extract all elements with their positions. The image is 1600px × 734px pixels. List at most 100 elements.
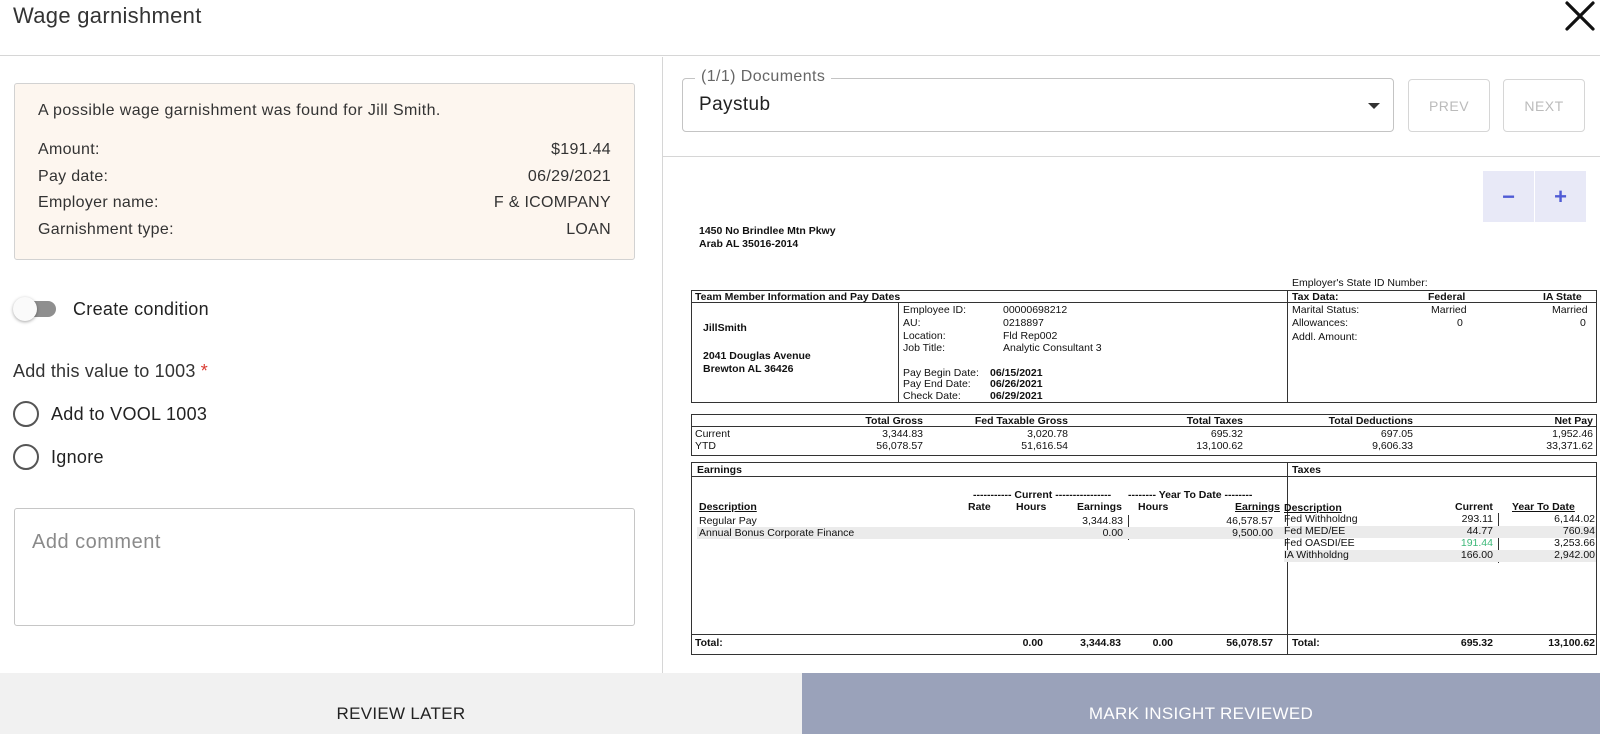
taxes-row-current: 44.77 xyxy=(1466,525,1493,537)
review-later-button[interactable]: REVIEW LATER xyxy=(0,673,802,734)
toolbar-divider xyxy=(663,156,1600,157)
earnings-row-ytd: 46,578.57 xyxy=(1226,515,1273,527)
date-value: 06/15/2021 xyxy=(990,367,1043,379)
info-value: Analytic Consultant 3 xyxy=(1003,342,1102,354)
earnings-col-rate: Rate xyxy=(968,501,991,513)
dialog-title: Wage garnishment xyxy=(13,3,202,28)
date-value: 06/29/2021 xyxy=(990,390,1043,402)
taxes-row-ytd: 3,253.66 xyxy=(1554,537,1595,549)
taxes-row-desc: Fed OASDI/EE xyxy=(1284,537,1355,549)
zoom-out-button[interactable]: − xyxy=(1483,171,1534,222)
taxes-row-ytd: 2,942.00 xyxy=(1554,549,1595,561)
employee-address-line1: 2041 Douglas Avenue xyxy=(703,350,811,362)
detail-value: 06/29/2021 xyxy=(527,167,611,185)
employee-address-line2: Brewton AL 36426 xyxy=(703,363,794,375)
earnings-current-group: ----------- Current ---------------- xyxy=(973,489,1112,501)
summary-cell: 1,952.46 xyxy=(1552,428,1593,440)
insight-panel: A possible wage garnishment was found fo… xyxy=(0,57,662,673)
toggle-label: Create condition xyxy=(73,298,209,319)
rule xyxy=(898,302,899,403)
detail-row-pay-date: Pay date: 06/29/2021 xyxy=(38,168,611,195)
earnings-col-hours: Hours xyxy=(1016,501,1047,513)
earnings-total-ytd-hours: 0.00 xyxy=(1152,637,1173,649)
mark-insight-reviewed-button[interactable]: MARK INSIGHT REVIEWED xyxy=(802,673,1600,734)
zoom-in-button[interactable]: + xyxy=(1535,171,1586,222)
detail-label: Garnishment type: xyxy=(38,221,174,239)
alert-message: A possible wage garnishment was found fo… xyxy=(38,102,441,119)
tax-state-header: IA State xyxy=(1543,291,1582,303)
document-select[interactable]: (1/1) Documents Paystub xyxy=(682,68,1394,132)
state-id-label: Employer's State ID Number: xyxy=(1292,277,1428,289)
detail-label: Pay date: xyxy=(38,167,109,185)
document-select-legend: (1/1) Documents xyxy=(695,68,832,86)
earnings-total-label: Total: xyxy=(695,637,723,649)
dialog-header: Wage garnishment xyxy=(0,0,1600,56)
action-footer: REVIEW LATER MARK INSIGHT REVIEWED xyxy=(0,673,1600,734)
taxes-total-current: 695.32 xyxy=(1460,637,1493,649)
summary-cell: 13,100.62 xyxy=(1196,440,1243,452)
close-icon[interactable] xyxy=(1562,0,1598,34)
team-header: Team Member Information and Pay Dates xyxy=(695,291,901,303)
employer-address-line1: 1450 No Brindlee Mtn Pkwy xyxy=(699,226,836,237)
earnings-total-hours: 0.00 xyxy=(1022,637,1043,649)
info-value: 00000698212 xyxy=(1003,304,1068,316)
taxes-row-ytd: 6,144.02 xyxy=(1554,513,1595,525)
earnings-col-earnings: Earnings xyxy=(1077,501,1122,513)
allowances-state: 0 xyxy=(1580,317,1586,329)
marital-label: Marital Status: xyxy=(1292,304,1360,316)
allowances-fed: 0 xyxy=(1457,317,1463,329)
prev-button[interactable]: PREV xyxy=(1408,79,1490,132)
rule xyxy=(1287,290,1288,403)
addl-amount-label: Addl. Amount: xyxy=(1292,331,1358,343)
earnings-row-amount: 0.00 xyxy=(1102,527,1123,539)
detail-row-amount: Amount: $191.44 xyxy=(38,141,611,168)
summary-header: Total Deductions xyxy=(1328,415,1413,427)
summary-cell: 56,078.57 xyxy=(876,440,923,452)
question-label: Add this value to 1003 * xyxy=(13,361,208,382)
taxes-total-label: Total: xyxy=(1292,637,1320,649)
garnishment-alert: A possible wage garnishment was found fo… xyxy=(14,83,635,260)
comment-input[interactable] xyxy=(14,508,635,626)
detail-row-employer: Employer name: F & ICOMPANY xyxy=(38,194,611,221)
info-label: AU: xyxy=(903,317,921,329)
garnishment-highlight-value: 191.44 xyxy=(1460,537,1493,549)
radio-add-to-vool[interactable]: Add to VOOL 1003 xyxy=(13,401,207,427)
create-condition-toggle-row[interactable]: Create condition xyxy=(13,297,209,321)
summary-row-label: Current xyxy=(695,428,731,440)
taxes-col-ytd: Year To Date xyxy=(1512,501,1575,513)
radio-button[interactable] xyxy=(13,444,39,470)
info-label: Job Title: xyxy=(903,342,946,354)
create-condition-toggle[interactable] xyxy=(13,297,59,321)
earnings-row-ytd: 9,500.00 xyxy=(1232,527,1273,539)
taxes-title: Taxes xyxy=(1292,464,1321,476)
radio-ignore[interactable]: Ignore xyxy=(13,444,104,470)
summary-header: Total Gross xyxy=(865,415,923,427)
document-panel: (1/1) Documents Paystub PREV NEXT − + 14… xyxy=(663,57,1600,673)
earnings-row-desc: Annual Bonus Corporate Finance xyxy=(699,527,855,539)
radio-button[interactable] xyxy=(13,401,39,427)
detail-row-type: Garnishment type: LOAN xyxy=(38,221,611,248)
summary-header: Total Taxes xyxy=(1186,415,1243,427)
detail-label: Employer name: xyxy=(38,194,159,212)
info-label: Location: xyxy=(903,330,946,342)
taxes-row-desc: IA Withholdng xyxy=(1284,549,1349,561)
rule xyxy=(691,634,1597,635)
summary-cell: 3,020.78 xyxy=(1027,428,1068,440)
earnings-row-desc: Regular Pay xyxy=(699,515,757,527)
marital-state: Married xyxy=(1552,304,1588,316)
employer-address-line2: Arab AL 35016-2014 xyxy=(699,238,799,250)
taxes-row-desc: Fed MED/EE xyxy=(1284,525,1346,537)
summary-header: Net Pay xyxy=(1554,415,1593,427)
rule xyxy=(691,476,1597,477)
next-button[interactable]: NEXT xyxy=(1503,79,1585,132)
taxes-col-current: Current xyxy=(1455,501,1493,513)
earnings-col-ytd-earnings: Earnings xyxy=(1235,501,1280,513)
required-mark: * xyxy=(200,361,208,381)
earnings-total-ytd: 56,078.57 xyxy=(1226,637,1273,649)
date-label: Pay Begin Date: xyxy=(903,367,979,379)
summary-cell: 695.32 xyxy=(1210,428,1243,440)
document-select-value: Paystub xyxy=(699,94,771,115)
earnings-col-desc: Description xyxy=(699,501,757,513)
taxes-row-ytd: 760.94 xyxy=(1562,525,1595,537)
detail-value: F & ICOMPANY xyxy=(493,194,611,212)
